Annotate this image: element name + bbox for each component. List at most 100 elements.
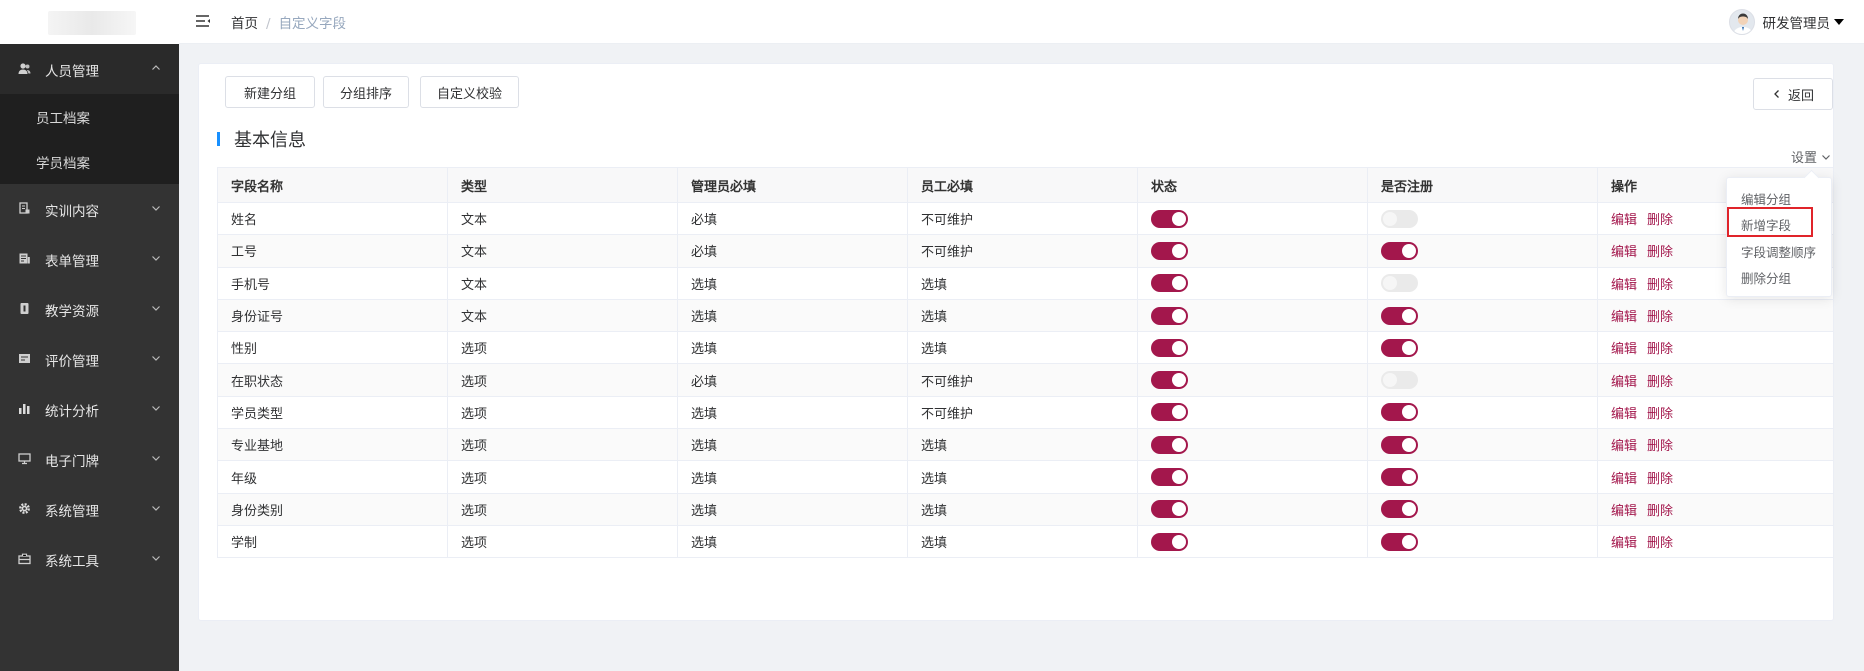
delete-link[interactable]: 删除 — [1647, 245, 1673, 260]
delete-link[interactable]: 删除 — [1647, 472, 1673, 487]
status-toggle[interactable] — [1151, 306, 1188, 325]
delete-link[interactable]: 删除 — [1647, 213, 1673, 228]
toggle-knob — [1402, 502, 1416, 517]
delete-link[interactable]: 删除 — [1647, 504, 1673, 519]
edit-link[interactable]: 编辑 — [1611, 310, 1637, 325]
field-type-cell: 文本 — [447, 201, 678, 236]
sidebar-subitem-staff-archive[interactable]: 员工档案 — [0, 94, 179, 139]
table-row: 身份证号 文本 选填 选填 编辑 删除 — [217, 298, 1834, 333]
chevron-down-icon — [152, 406, 160, 411]
chevron-down-icon — [1822, 154, 1830, 160]
field-type-cell: 选项 — [447, 492, 678, 526]
status-toggle[interactable] — [1151, 403, 1188, 422]
status-toggle[interactable] — [1151, 435, 1188, 454]
register-toggle[interactable] — [1381, 306, 1418, 325]
dropdown-item-add-field[interactable]: 新增字段 — [1727, 211, 1833, 237]
field-type-cell: 文本 — [447, 234, 678, 268]
actions-cell: 编辑 删除 — [1597, 363, 1834, 397]
edit-link[interactable]: 编辑 — [1611, 536, 1637, 551]
column-header: 管理员必填 — [677, 167, 908, 203]
delete-link[interactable]: 删除 — [1647, 439, 1673, 454]
delete-link[interactable]: 删除 — [1647, 278, 1673, 293]
group-sort-button[interactable]: 分组排序 — [323, 76, 409, 108]
section-title: 基本信息 — [217, 126, 306, 152]
register-toggle[interactable] — [1381, 338, 1418, 357]
register-cell — [1367, 234, 1598, 268]
status-toggle[interactable] — [1151, 500, 1188, 519]
dropdown-item-edit-group[interactable]: 编辑分组 — [1727, 185, 1833, 211]
chevron-down-icon — [152, 356, 160, 361]
sidebar-item-e-doorplate[interactable]: 电子门牌 — [0, 434, 179, 484]
delete-link[interactable]: 删除 — [1647, 310, 1673, 325]
chevron-down-icon — [152, 206, 160, 211]
dropdown-item-delete-group[interactable]: 删除分组 — [1727, 264, 1833, 290]
status-toggle[interactable] — [1151, 274, 1188, 293]
sidebar-item-label: 评价管理 — [45, 354, 99, 370]
field-type-cell: 选项 — [447, 331, 678, 365]
edit-link[interactable]: 编辑 — [1611, 245, 1637, 260]
field-name-cell: 性别 — [217, 331, 448, 365]
delete-link[interactable]: 删除 — [1647, 407, 1673, 422]
edit-link[interactable]: 编辑 — [1611, 278, 1637, 293]
register-toggle[interactable] — [1381, 371, 1418, 390]
status-toggle[interactable] — [1151, 241, 1188, 260]
register-toggle[interactable] — [1381, 435, 1418, 454]
sidebar-item-statistics[interactable]: 统计分析 — [0, 384, 179, 434]
status-toggle[interactable] — [1151, 209, 1188, 228]
breadcrumb-home[interactable]: 首页 — [231, 16, 258, 32]
edit-link[interactable]: 编辑 — [1611, 342, 1637, 357]
dropdown-item-reorder-fields[interactable]: 字段调整顺序 — [1727, 238, 1833, 264]
sidebar-item-forms[interactable]: 表单管理 — [0, 234, 179, 284]
field-name-cell: 手机号 — [217, 266, 448, 300]
sidebar-item-personnel[interactable]: 人员管理 — [0, 44, 179, 94]
delete-link[interactable]: 删除 — [1647, 375, 1673, 390]
status-cell — [1137, 428, 1368, 462]
table-row: 身份类别 选项 选填 选填 编辑 删除 — [217, 492, 1834, 526]
register-toggle[interactable] — [1381, 274, 1418, 293]
register-toggle[interactable] — [1381, 241, 1418, 260]
sidebar-item-system-management[interactable]: 系统管理 — [0, 484, 179, 534]
register-toggle[interactable] — [1381, 500, 1418, 519]
admin-required-cell: 必填 — [677, 201, 908, 236]
status-toggle[interactable] — [1151, 338, 1188, 357]
edit-link[interactable]: 编辑 — [1611, 439, 1637, 454]
sidebar-item-evaluation[interactable]: 评价管理 — [0, 334, 179, 384]
register-toggle[interactable] — [1381, 209, 1418, 228]
sidebar-subitem-student-archive[interactable]: 学员档案 — [0, 139, 179, 184]
sidebar-item-label: 系统管理 — [45, 504, 99, 520]
edit-link[interactable]: 编辑 — [1611, 472, 1637, 487]
toggle-knob — [1172, 470, 1186, 485]
sidebar-item-training[interactable]: 实训内容 — [0, 184, 179, 234]
edit-link[interactable]: 编辑 — [1611, 375, 1637, 390]
delete-link[interactable]: 删除 — [1647, 342, 1673, 357]
toggle-knob — [1402, 405, 1416, 420]
register-cell — [1367, 524, 1598, 559]
edit-link[interactable]: 编辑 — [1611, 407, 1637, 422]
custom-validate-button[interactable]: 自定义校验 — [420, 76, 519, 108]
status-toggle[interactable] — [1151, 371, 1188, 390]
actions-cell: 编辑 删除 — [1597, 492, 1834, 526]
status-toggle[interactable] — [1151, 532, 1188, 551]
caret-down-icon — [1834, 19, 1844, 25]
register-toggle[interactable] — [1381, 532, 1418, 551]
monitor-icon — [18, 453, 31, 465]
register-toggle[interactable] — [1381, 403, 1418, 422]
back-button[interactable]: 返回 — [1753, 78, 1833, 110]
table-row: 学制 选项 选填 选填 编辑 删除 — [217, 524, 1834, 559]
edit-link[interactable]: 编辑 — [1611, 213, 1637, 228]
hamburger-icon[interactable] — [195, 14, 211, 28]
actions-cell: 编辑 删除 — [1597, 331, 1834, 365]
settings-dropdown-trigger[interactable]: 设置 — [1791, 147, 1833, 166]
status-cell — [1137, 234, 1368, 268]
delete-link[interactable]: 删除 — [1647, 536, 1673, 551]
register-toggle[interactable] — [1381, 468, 1418, 487]
sidebar-item-teaching-resources[interactable]: 教学资源 — [0, 284, 179, 334]
new-group-button[interactable]: 新建分组 — [225, 76, 315, 108]
status-toggle[interactable] — [1151, 468, 1188, 487]
sidebar-menu: 人员管理 员工档案 学员档案 实训内容 表单管理 教学资源 评价管理 统计分析 … — [0, 44, 179, 584]
toggle-knob — [1172, 373, 1186, 388]
user-menu[interactable]: 研发管理员 — [1728, 8, 1844, 36]
edit-link[interactable]: 编辑 — [1611, 504, 1637, 519]
field-name-cell: 姓名 — [217, 201, 448, 236]
sidebar-item-system-tools[interactable]: 系统工具 — [0, 534, 179, 584]
